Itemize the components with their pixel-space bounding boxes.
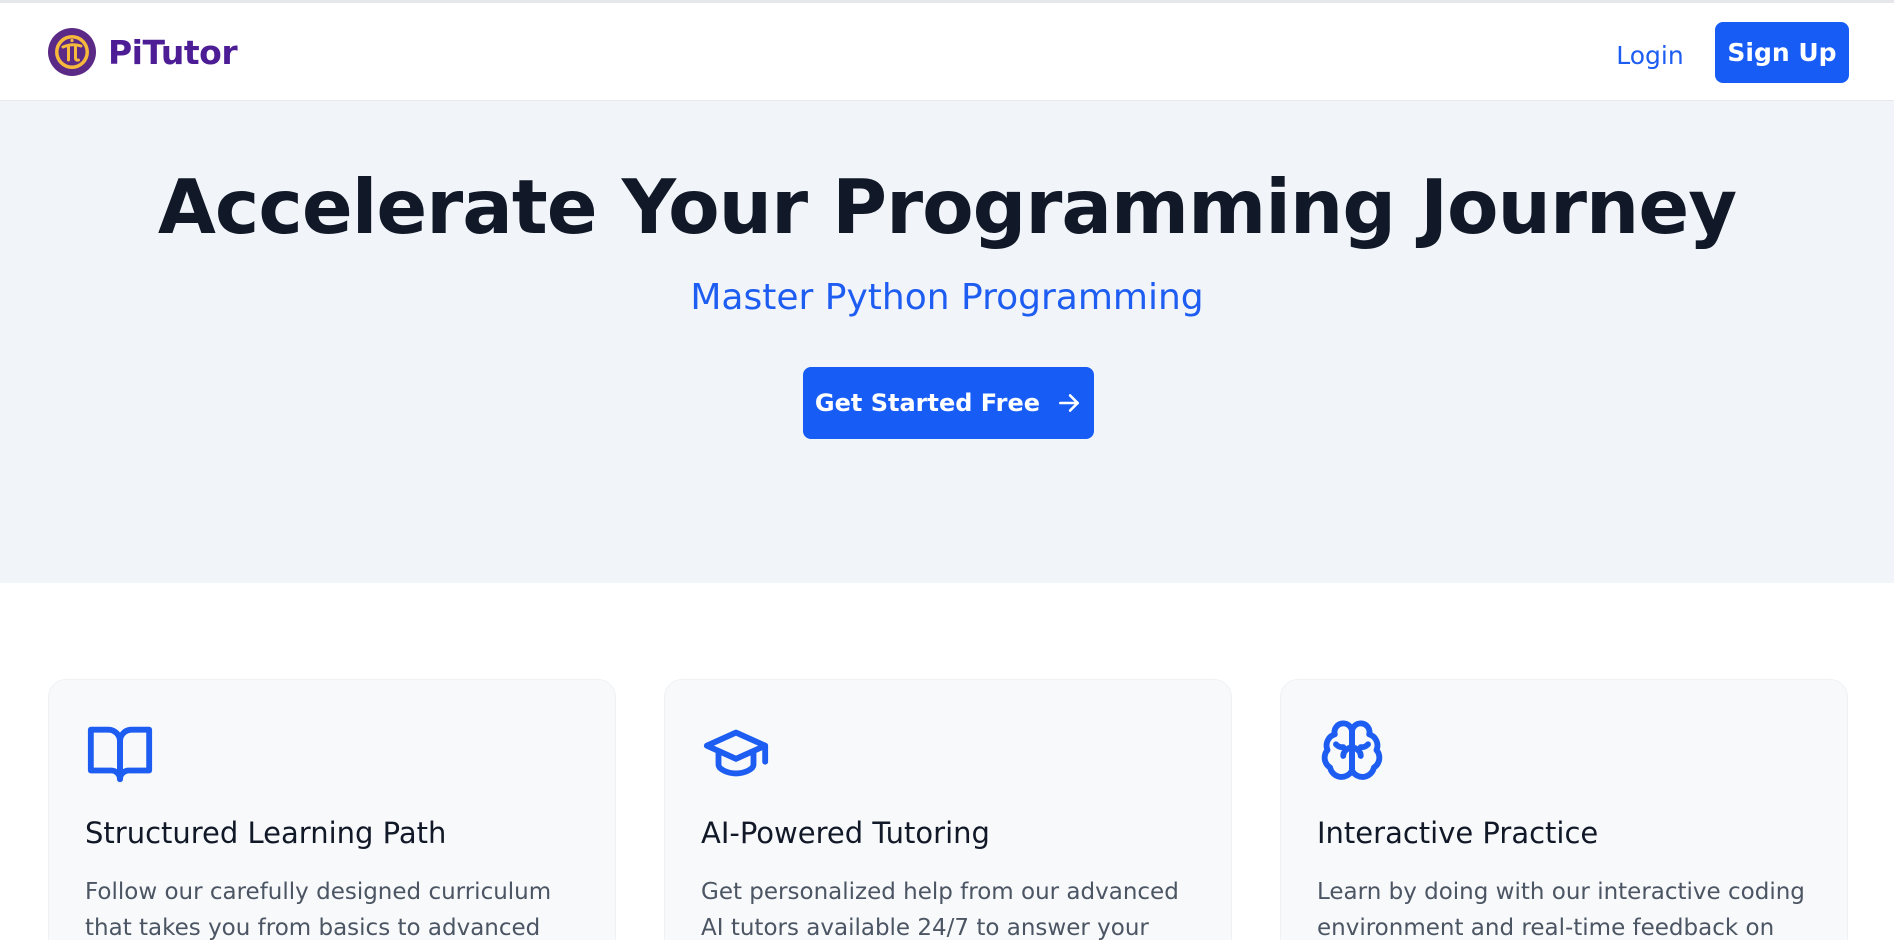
signup-button[interactable]: Sign Up: [1715, 22, 1849, 83]
brain-icon: [1321, 720, 1383, 780]
hero-subtitle: Master Python Programming: [690, 277, 1204, 318]
pi-coin-icon: [48, 28, 96, 76]
feature-description: Get personalized help from our advanced …: [701, 879, 1179, 940]
brand-link[interactable]: PiTutor: [47, 27, 238, 77]
feature-description: Follow our carefully designed curriculum…: [85, 879, 552, 940]
feature-title: Structured Learning Path: [85, 816, 447, 850]
graduation-cap-icon: [703, 729, 769, 777]
feature-card-ai-tutoring: AI-Powered Tutoring Get personalized hel…: [664, 679, 1232, 940]
login-button[interactable]: Login: [1590, 25, 1710, 85]
get-started-label: Get Started Free: [814, 389, 1041, 417]
feature-description: Learn by doing with our interactive codi…: [1317, 879, 1805, 940]
book-open-icon: [87, 726, 153, 783]
brand-name: PiTutor: [108, 32, 238, 72]
feature-title: AI-Powered Tutoring: [701, 816, 990, 850]
feature-title: Interactive Practice: [1317, 816, 1599, 850]
feature-card-interactive-practice: Interactive Practice Learn by doing with…: [1280, 679, 1848, 940]
navbar: PiTutor Login Sign Up: [0, 3, 1894, 101]
hero-section: Accelerate Your Programming Journey Mast…: [0, 101, 1894, 583]
hero-title: Accelerate Your Programming Journey: [157, 163, 1737, 251]
get-started-button[interactable]: Get Started Free: [803, 367, 1094, 439]
arrow-right-icon: [1059, 394, 1080, 412]
feature-card-structured-learning: Structured Learning Path Follow our care…: [48, 679, 616, 940]
